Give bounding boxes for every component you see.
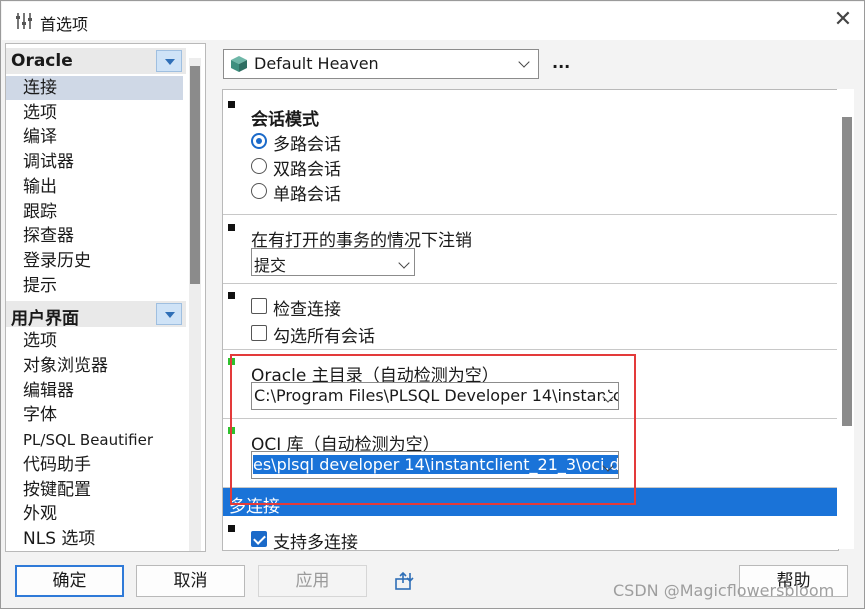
nav-item[interactable]: 编译 — [23, 125, 183, 149]
nav-item-connection[interactable]: 连接 — [6, 76, 183, 100]
chevron-down-icon — [518, 56, 530, 68]
section-marker — [228, 292, 235, 299]
checkbox-label: 勾选所有会话 — [273, 327, 375, 347]
nav-item[interactable]: 探查器 — [23, 224, 183, 248]
check-connection-checkbox[interactable] — [251, 298, 267, 314]
nav-item[interactable]: 调试器 — [23, 150, 183, 174]
nav-item[interactable]: 按键配置 — [23, 478, 183, 502]
theme-select[interactable]: Default Heaven — [223, 49, 539, 79]
watermark: CSDN @Magicflowersbloom — [613, 581, 835, 600]
nav-item[interactable]: 登录历史 — [23, 249, 183, 273]
section-logoff: 在有打开的事务的情况下注销 提交 — [223, 215, 838, 284]
logoff-select[interactable]: 提交 — [251, 248, 415, 276]
highlight-annotation-box — [230, 354, 636, 505]
nav-item[interactable]: 代码助手 — [23, 453, 183, 477]
section-marker — [228, 101, 235, 108]
select-all-sessions-checkbox[interactable] — [251, 325, 267, 341]
apply-button[interactable]: 应用 — [258, 565, 367, 597]
nav-item[interactable]: 编辑器 — [23, 379, 183, 403]
nav-item[interactable]: 选项 — [23, 101, 183, 125]
checkbox-label: 检查连接 — [273, 300, 341, 320]
checkbox-label: 支持多连接 — [273, 533, 358, 551]
category-user-interface[interactable]: 用户界面 — [6, 301, 186, 329]
section-marker — [228, 525, 235, 532]
preferences-nav: Oracle 连接 选项 编译 调试器 输出 跟踪 探查器 登录历史 提示 用户… — [5, 43, 206, 552]
radio-multi-session[interactable] — [251, 133, 267, 149]
nav-item[interactable]: 输出 — [23, 175, 183, 199]
radio-label: 双路会话 — [273, 160, 341, 180]
radio-label: 单路会话 — [273, 185, 341, 205]
section-marker — [228, 224, 235, 231]
theme-value: Default Heaven — [254, 54, 379, 73]
nav-item[interactable]: 跟踪 — [23, 200, 183, 224]
theme-more-button[interactable]: ... — [552, 53, 570, 72]
nav-item[interactable]: 选项 — [23, 329, 183, 353]
nav-item[interactable]: 对象浏览器 — [23, 354, 183, 378]
nav-scrollbar-thumb[interactable] — [190, 66, 200, 284]
nav-item[interactable]: 提示 — [23, 274, 183, 298]
category-label: Oracle — [11, 51, 73, 71]
settings-scrollbar-thumb[interactable] — [842, 117, 852, 426]
radio-label: 多路会话 — [273, 135, 341, 155]
chevron-down-icon — [398, 257, 410, 269]
window-title: 首选项 — [40, 15, 89, 34]
radio-dual-session[interactable] — [251, 158, 267, 174]
ok-button[interactable]: 确定 — [15, 565, 124, 597]
nav-item[interactable]: NLS 选项 — [23, 527, 183, 551]
close-icon[interactable]: ✕ — [830, 7, 856, 32]
category-oracle[interactable]: Oracle — [6, 48, 186, 74]
category-label: 用户界面 — [11, 309, 79, 329]
cube-icon — [231, 56, 247, 72]
cancel-button[interactable]: 取消 — [136, 565, 245, 597]
nav-item[interactable]: 外观 — [23, 502, 183, 526]
section-checks: 检查连接 勾选所有会话 — [223, 284, 838, 350]
support-multi-connection-checkbox[interactable] — [251, 531, 267, 547]
chevron-down-icon[interactable] — [156, 50, 182, 72]
section-multi-connection: 支持多连接 — [223, 517, 838, 551]
radio-single-session[interactable] — [251, 183, 267, 199]
section-session-mode: 会话模式 多路会话 双路会话 单路会话 — [223, 90, 838, 215]
preferences-window: 首选项 ✕ Oracle 连接 选项 编译 调试器 输出 跟踪 探查器 登录历史… — [0, 0, 865, 609]
section-title: 会话模式 — [251, 110, 319, 130]
nav-item[interactable]: 字体 — [23, 403, 183, 427]
title-bar: 首选项 ✕ — [2, 2, 864, 40]
settings-sliders-icon — [16, 13, 32, 29]
nav-item[interactable]: PL/SQL Beautifier — [23, 428, 183, 452]
chevron-down-icon[interactable] — [156, 303, 182, 325]
logoff-value: 提交 — [254, 256, 287, 275]
import-export-icon[interactable] — [394, 571, 416, 591]
